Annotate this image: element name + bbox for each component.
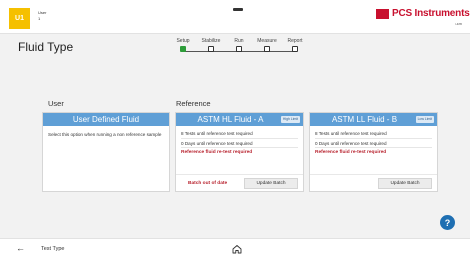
divider [181,137,298,139]
days-remaining: 0 Days until reference test required [181,140,253,146]
tests-remaining: 8 Tests until reference test required [315,131,387,136]
step-run: Run [224,38,254,52]
progress-stepper: Setup Stabilize Run Measure Report [172,38,308,58]
step-measure: Measure [252,38,282,52]
step-label: Run [234,38,244,44]
user-name: User 1 [38,10,58,22]
logo-mark [376,9,389,19]
days-remaining: 0 Days until reference test required [315,140,387,146]
astm-hl-fluid-a-card[interactable]: ASTM HL Fluid - A High Limit 8 Tests unt… [175,112,304,192]
step-setup: Setup [168,38,198,52]
step-stabilize: Stabilize [196,38,226,52]
divider [181,147,298,149]
limit-chip: Low Limit [415,116,434,123]
update-batch-button[interactable]: Update Batch [244,178,298,189]
brand-logo: PCS Instruments HMB [376,8,470,26]
divider [315,137,432,139]
help-button[interactable]: ? [440,215,455,230]
arrow-left-icon[interactable]: ← [16,243,25,253]
update-batch-button[interactable]: Update Batch [378,178,432,189]
top-bar: U1 User 1 PCS Instruments HMB [0,0,470,34]
divider [315,147,432,149]
logo-subtext: HMB [455,22,462,26]
step-indicator [208,46,214,52]
logo-text: PCS Instruments [392,8,470,19]
step-indicator [180,46,186,52]
step-label: Measure [257,38,277,44]
card-footer: Update Batch [310,174,437,191]
batch-status: Batch out of date [188,181,228,186]
retest-warning: Reference fluid re-test required [181,150,253,156]
user-avatar[interactable]: U1 [9,8,30,29]
card-footer: Batch out of date Update Batch [176,174,303,191]
page-title: Fluid Type [18,40,74,54]
user-defined-fluid-card[interactable]: User Defined Fluid Select this option wh… [42,112,170,192]
step-indicator [236,46,242,52]
back-label[interactable]: Test Type [41,246,64,252]
tests-remaining: 8 Tests until reference test required [181,131,253,136]
step-indicator [292,46,298,52]
step-label: Report [287,38,303,44]
astm-ll-fluid-b-card[interactable]: ASTM LL Fluid - B Low Limit 8 Tests unti… [309,112,438,192]
card-title: User Defined Fluid [43,113,169,126]
drawer-handle[interactable] [233,8,243,11]
card-description: Select this option when running a non re… [48,132,162,137]
bottom-bar: ← Test Type [0,238,470,259]
step-label: Setup [176,38,190,44]
card-title: ASTM LL Fluid - B [331,115,398,124]
user-section-label: User [48,99,64,108]
card-title: ASTM HL Fluid - A [197,115,264,124]
home-icon[interactable] [231,243,243,255]
limit-chip: High Limit [280,116,300,123]
step-indicator [264,46,270,52]
step-label: Stabilize [201,38,221,44]
reference-section-label: Reference [176,99,211,108]
step-report: Report [280,38,310,52]
retest-warning: Reference fluid re-test required [315,150,387,156]
user-name-line2: 1 [38,16,41,21]
